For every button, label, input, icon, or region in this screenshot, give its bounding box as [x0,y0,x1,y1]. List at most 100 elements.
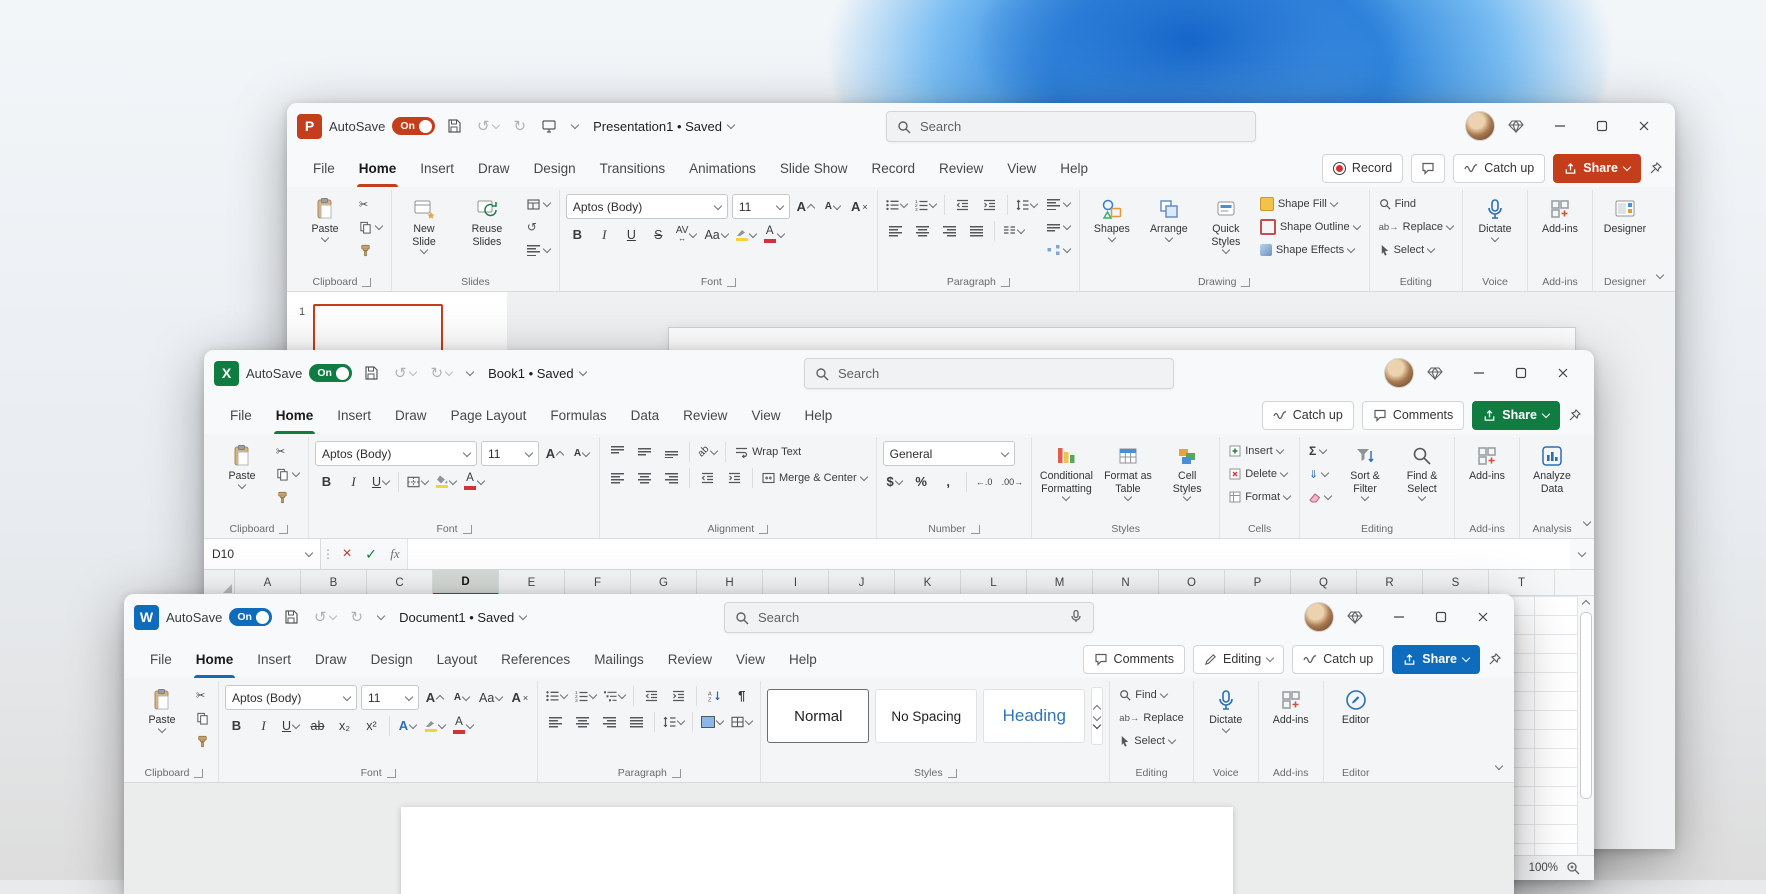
font-size-select[interactable]: 11 [732,194,790,219]
column-header[interactable]: O [1159,570,1225,595]
dialog-launcher-icon[interactable] [672,769,681,778]
underline-button[interactable]: U [369,471,392,492]
justify-button[interactable] [965,220,988,241]
style-heading[interactable]: Heading [983,689,1085,743]
decrease-font-size-button[interactable]: A [570,443,593,464]
excel-titlebar[interactable]: X AutoSave On ↺ ↻ Book1 • Saved Search [204,350,1594,396]
comments-button[interactable] [1411,154,1445,183]
style-normal[interactable]: Normal [767,689,869,743]
justify-button[interactable] [625,711,648,732]
account-avatar[interactable] [1465,111,1495,141]
format-painter-button[interactable] [356,240,385,260]
accounting-format-button[interactable]: $ [883,471,906,492]
gallery-up-icon[interactable] [1093,705,1101,713]
excel-search-box[interactable]: Search [804,358,1174,389]
font-size-select[interactable]: 11 [361,685,419,710]
dictate-button[interactable]: Dictate [1200,683,1252,733]
cut-button[interactable]: ✂ [273,441,302,461]
add-ins-button[interactable]: Add-ins [1461,439,1513,484]
format-painter-button[interactable] [273,487,302,507]
increase-indent-button[interactable] [723,467,746,488]
column-header-selected[interactable]: D [433,570,499,595]
excel-app-icon[interactable]: X [214,361,239,386]
save-icon[interactable] [359,359,383,387]
account-avatar[interactable] [1304,602,1334,632]
editor-button[interactable]: Editor [1330,683,1382,728]
columns-button[interactable] [1001,220,1026,241]
column-header[interactable]: Q [1291,570,1357,595]
text-direction-button[interactable] [1044,194,1073,214]
tab-review[interactable]: Review [656,640,724,678]
underline-button[interactable]: U [620,224,643,245]
italic-button[interactable]: I [593,224,616,245]
font-color-button[interactable]: A [451,715,475,736]
tab-view[interactable]: View [724,640,777,678]
dialog-launcher-icon[interactable] [194,769,203,778]
select-button[interactable]: Select [1376,240,1456,260]
change-case-button[interactable]: Aa [702,224,729,245]
formula-input[interactable] [407,539,1570,569]
column-header[interactable]: C [367,570,433,595]
collapse-ribbon-icon[interactable] [1657,265,1663,283]
column-header[interactable]: K [895,570,961,595]
format-as-table-button[interactable]: Format as Table [1100,439,1157,501]
borders-button[interactable] [405,471,430,492]
name-box[interactable]: D10 [204,539,321,569]
replace-button[interactable]: ab→Replace [1376,217,1456,237]
select-button[interactable]: Select [1116,731,1186,751]
increase-indent-button[interactable] [667,685,690,706]
font-name-select[interactable]: Aptos (Body) [315,441,477,466]
comments-button[interactable]: Comments [1362,401,1464,430]
maximize-button[interactable] [1581,111,1623,141]
align-right-button[interactable] [938,220,961,241]
increase-indent-button[interactable] [978,194,1001,215]
tab-review[interactable]: Review [671,396,739,434]
dialog-launcher-icon[interactable] [727,278,736,287]
convert-smartart-button[interactable] [1044,240,1073,260]
bottom-align-button[interactable] [660,441,683,462]
premium-diamond-icon[interactable] [1343,603,1367,631]
tab-transitions[interactable]: Transitions [588,149,678,187]
middle-align-button[interactable] [633,441,656,462]
format-painter-button[interactable] [193,731,212,751]
text-effects-button[interactable]: A [396,715,419,736]
word-search-box[interactable]: Search [724,602,1094,633]
sort-filter-button[interactable]: Sort & Filter [1339,439,1391,501]
maximize-button[interactable] [1500,358,1542,388]
close-button[interactable] [1542,358,1584,388]
share-button[interactable]: Share [1472,401,1560,430]
font-name-select[interactable]: Aptos (Body) [566,194,728,219]
tab-review[interactable]: Review [927,149,995,187]
undo-icon[interactable]: ↺ [473,112,503,140]
decrease-indent-button[interactable] [696,467,719,488]
quick-styles-button[interactable]: Quick Styles [1200,192,1252,254]
save-icon[interactable] [442,112,466,140]
italic-button[interactable]: I [342,471,365,492]
shading-button[interactable] [699,711,725,732]
redo-icon[interactable]: ↻ [347,603,368,631]
column-header[interactable]: P [1225,570,1291,595]
save-icon[interactable] [279,603,303,631]
find-button[interactable]: Find [1376,194,1456,214]
dialog-launcher-icon[interactable] [1241,278,1250,287]
word-titlebar[interactable]: W AutoSave On ↺ ↻ Document1 • Saved Sear… [124,594,1514,640]
tab-mailings[interactable]: Mailings [582,640,656,678]
enter-icon[interactable]: ✓ [359,539,383,569]
clear-formatting-button[interactable]: A× [508,687,531,708]
analyze-data-button[interactable]: Analyze Data [1526,439,1578,496]
redo-icon[interactable]: ↻ [510,112,531,140]
close-button[interactable] [1462,602,1504,632]
collapse-ribbon-icon[interactable] [1584,512,1590,530]
wrap-text-button[interactable]: Wrap Text [732,442,804,462]
dialog-launcher-icon[interactable] [971,525,980,534]
shapes-button[interactable]: Shapes [1086,192,1138,242]
shape-outline-button[interactable]: Shape Outline [1257,217,1363,237]
account-avatar[interactable] [1384,358,1414,388]
reset-slide-button[interactable]: ↺ [524,217,553,237]
dialog-launcher-icon[interactable] [1001,278,1010,287]
delete-cells-button[interactable]: Delete [1226,464,1293,484]
tab-insert[interactable]: Insert [325,396,383,434]
tab-animations[interactable]: Animations [677,149,768,187]
percent-style-button[interactable]: % [910,471,933,492]
tab-insert[interactable]: Insert [245,640,303,678]
